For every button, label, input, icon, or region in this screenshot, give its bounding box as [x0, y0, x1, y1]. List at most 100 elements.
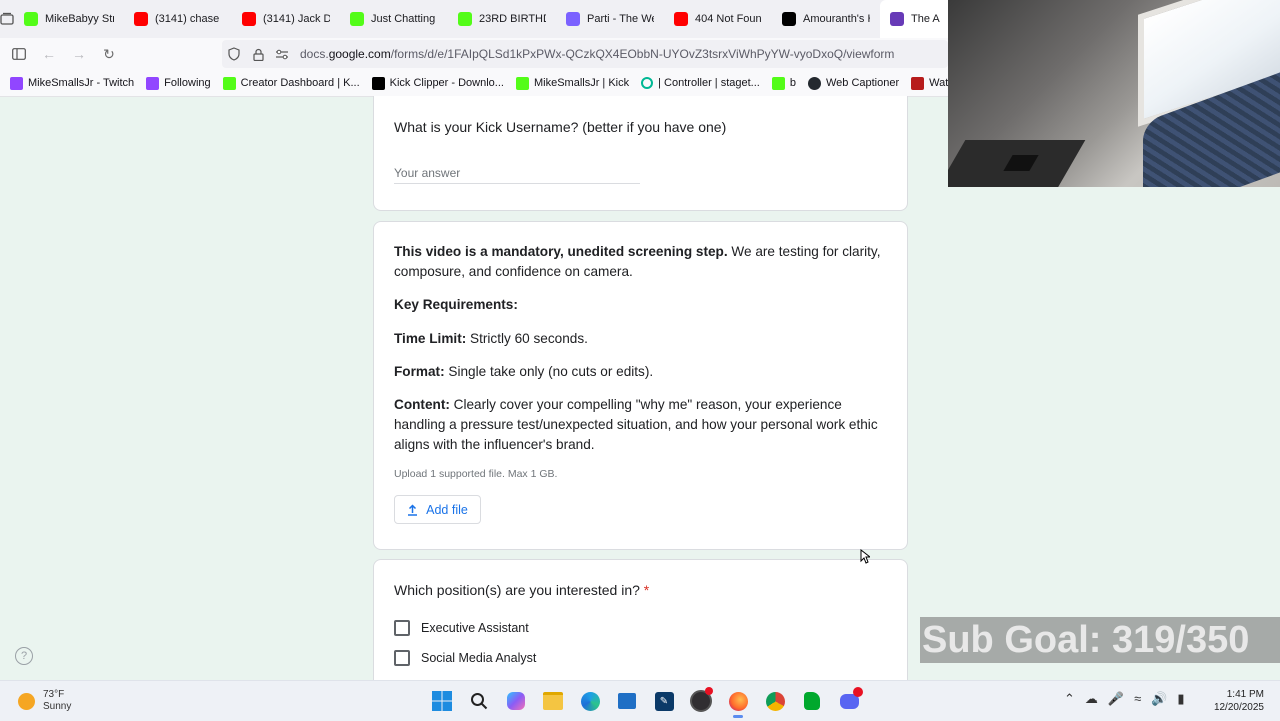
kick-icon [515, 76, 529, 90]
edge-button[interactable] [576, 687, 604, 715]
required-asterisk: * [643, 582, 650, 598]
copilot-button[interactable] [502, 687, 530, 715]
bookmark-label: Creator Dashboard | K... [240, 77, 360, 89]
checkbox[interactable] [394, 620, 410, 636]
bookmark-label: MikeSmallsJr | Kick [533, 77, 630, 89]
checkbox[interactable] [394, 650, 410, 666]
sidebar-toggle-button[interactable] [4, 39, 34, 69]
back-arrow-icon: ← [42, 46, 56, 62]
tab-title: Parti - The Web [587, 13, 654, 25]
url-text: docs.google.com/forms/d/e/1FAIpQLSd1kPxP… [300, 47, 895, 61]
bookmark-item[interactable]: Kick Clipper - Downlo... [366, 76, 510, 90]
browser-tab[interactable]: MikeBabyy Stre [14, 0, 124, 38]
tab-title: Amouranth's H [803, 13, 870, 25]
evernote-button[interactable] [798, 687, 826, 715]
bookmark-item[interactable]: b [766, 76, 802, 90]
bookmark-item[interactable]: | Controller | staget... [635, 77, 766, 89]
twitch-icon [10, 76, 23, 90]
chrome-icon [765, 691, 785, 711]
bookmark-label: | Controller | staget... [658, 77, 760, 89]
sync-off-icon[interactable]: ☁ [1085, 691, 1098, 707]
tab-title: The Apprent [911, 13, 940, 25]
bookmark-item[interactable]: MikeSmallsJr | Kick [510, 76, 635, 90]
x-icon [782, 12, 796, 26]
tab-title: MikeBabyy Stre [45, 13, 114, 25]
bookmark-item[interactable]: Web Captioner [802, 76, 905, 90]
copilot-icon [507, 692, 525, 710]
store-button[interactable] [613, 687, 641, 715]
browser-tab[interactable]: (3141) Jack Dol [232, 0, 340, 38]
webcam-overlay [948, 0, 1280, 187]
back-button[interactable]: ← [34, 39, 64, 69]
bookmark-item[interactable]: Watch movie Obsesse [905, 76, 952, 90]
help-icon[interactable]: ? [15, 647, 33, 665]
obs-button[interactable] [687, 687, 715, 715]
address-bar[interactable]: docs.google.com/forms/d/e/1FAIpQLSd1kPxP… [222, 40, 948, 68]
forward-button[interactable]: → [64, 39, 94, 69]
tab-list-icon [0, 12, 14, 25]
browser-tab[interactable]: (3141) chase de [124, 0, 232, 38]
search-icon [471, 693, 488, 710]
weather-condition: Sunny [43, 701, 72, 712]
microphone-icon[interactable]: 🎤 [1108, 691, 1124, 707]
youtube-icon [134, 12, 148, 26]
browser-tab[interactable]: Parti - The Web [556, 0, 664, 38]
shield-icon[interactable] [222, 47, 246, 61]
chevron-up-icon[interactable]: ⌃ [1064, 691, 1075, 707]
kick-icon [222, 76, 236, 90]
firefox-button[interactable] [724, 687, 752, 718]
search-button[interactable] [465, 687, 493, 715]
browser-tab[interactable]: The Apprent× [880, 0, 948, 38]
reload-icon: ↻ [103, 45, 115, 62]
wifi-icon[interactable]: ≈ [1134, 691, 1141, 707]
store-icon [618, 693, 636, 709]
browser-tab[interactable]: 404 Not Found [664, 0, 772, 38]
tab-overview-button[interactable] [0, 0, 14, 38]
add-file-button[interactable]: Add file [394, 495, 481, 524]
option-executive-assistant[interactable]: Executive Assistant [394, 620, 529, 636]
reload-button[interactable]: ↻ [94, 39, 124, 69]
video-intro: This video is a mandatory, unedited scre… [394, 244, 881, 279]
bookmark-label: Web Captioner [825, 77, 900, 89]
option-social-media-analyst[interactable]: Social Media Analyst [394, 650, 536, 666]
discord-button[interactable] [835, 687, 863, 715]
tab-title: 23RD BIRTHDA [479, 13, 546, 25]
kick-clipper-icon [371, 76, 385, 90]
loading-icon [641, 77, 654, 89]
clock[interactable]: 1:41 PM 12/20/2025 [1208, 688, 1264, 714]
tab-title: 404 Not Found [695, 13, 762, 25]
bookmark-item[interactable]: Creator Dashboard | K... [217, 76, 366, 90]
battery-icon[interactable]: ▮ [1177, 691, 1184, 707]
chrome-button[interactable] [761, 687, 789, 715]
content-text: Content: Clearly cover your compelling "… [394, 397, 878, 452]
volume-icon[interactable]: 🔊 [1151, 691, 1167, 707]
sidebar-icon [12, 48, 26, 60]
browser-tab[interactable]: 23RD BIRTHDA [448, 0, 556, 38]
format-text: Format: Single take only (no cuts or edi… [394, 364, 654, 379]
edge-icon [580, 691, 600, 711]
mouse-cursor-icon [860, 549, 870, 564]
folder-icon [543, 692, 563, 710]
bookmark-item[interactable]: MikeSmallsJr - Twitch [4, 76, 140, 90]
start-button[interactable] [428, 687, 456, 715]
system-tray: ⌃ ☁ 🎤 ≈ 🔊 ▮ [1064, 691, 1185, 707]
browser-tab[interactable]: Amouranth's H [772, 0, 880, 38]
permissions-icon[interactable] [270, 49, 294, 60]
bookmark-label: Kick Clipper - Downlo... [389, 77, 504, 89]
lock-icon[interactable] [246, 48, 270, 61]
video-upload-card: This video is a mandatory, unedited scre… [373, 221, 908, 550]
forward-arrow-icon: → [72, 46, 86, 62]
upload-icon [408, 503, 418, 516]
movie-icon [911, 76, 925, 90]
sub-goal-overlay: Sub Goal: 319/350 [920, 617, 1280, 663]
kick-username-input[interactable] [394, 163, 640, 184]
weather-widget[interactable]: 73°F Sunny [18, 689, 71, 713]
date: 12/20/2025 [1213, 702, 1264, 713]
bookmark-item[interactable]: Following [140, 76, 216, 90]
tab-title: (3141) Jack Dol [263, 13, 330, 25]
browser-tab[interactable]: Just Chatting [340, 0, 448, 38]
file-explorer-button[interactable] [539, 687, 567, 715]
key-requirements-heading: Key Requirements: [394, 297, 518, 312]
app-button[interactable]: ✎ [650, 687, 678, 715]
time: 1:41 PM [1226, 689, 1264, 700]
